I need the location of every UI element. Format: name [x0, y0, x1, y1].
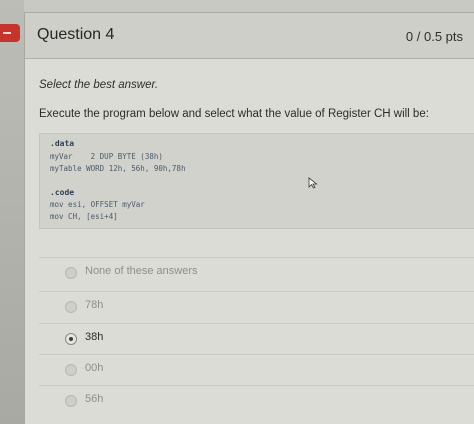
radio-button[interactable] [65, 364, 77, 376]
question-card: Question 4 0 / 0.5 pts Select the best a… [24, 12, 474, 424]
radio-button-selected[interactable] [65, 333, 77, 345]
answer-label: 38h [85, 331, 104, 343]
answer-option[interactable]: 56h [39, 385, 474, 416]
mouse-pointer-icon [308, 177, 318, 189]
answer-option[interactable]: None of these answers [39, 257, 474, 288]
answer-label: None of these answers [85, 265, 198, 277]
left-sidebar [0, 0, 24, 424]
answer-label: 56h [85, 393, 104, 405]
code-line: myTable WORD 12h, 56h, 90h,78h [50, 164, 186, 173]
question-points: 0 / 0.5 pts [405, 29, 463, 44]
sidebar-tab[interactable] [0, 24, 20, 42]
answer-option-selected[interactable]: 38h [39, 323, 474, 354]
code-line: mov CH, [esi+4] [50, 212, 118, 221]
code-block: .data myVar 2 DUP BYTE (38h) myTable WOR… [39, 133, 474, 229]
code-line: .code [50, 188, 75, 197]
question-text: Execute the program below and select wha… [39, 108, 429, 120]
question-title: Question 4 [37, 26, 115, 43]
answer-option[interactable]: 00h [39, 354, 474, 385]
answer-instruction: Select the best answer. [39, 79, 159, 91]
code-line: myVar 2 DUP BYTE (38h) [50, 152, 163, 161]
answer-label: 78h [85, 299, 104, 311]
code-line: mov esi, OFFSET myVar [50, 200, 145, 209]
code-line: .data [50, 139, 75, 148]
radio-button[interactable] [65, 395, 77, 407]
answer-option[interactable]: 78h [39, 291, 474, 322]
quiz-page: Question 4 0 / 0.5 pts Select the best a… [0, 0, 474, 424]
radio-button[interactable] [65, 267, 77, 279]
question-header: Question 4 0 / 0.5 pts [25, 13, 474, 59]
menu-icon [3, 32, 11, 34]
answer-label: 00h [85, 362, 104, 374]
radio-button[interactable] [65, 301, 77, 313]
